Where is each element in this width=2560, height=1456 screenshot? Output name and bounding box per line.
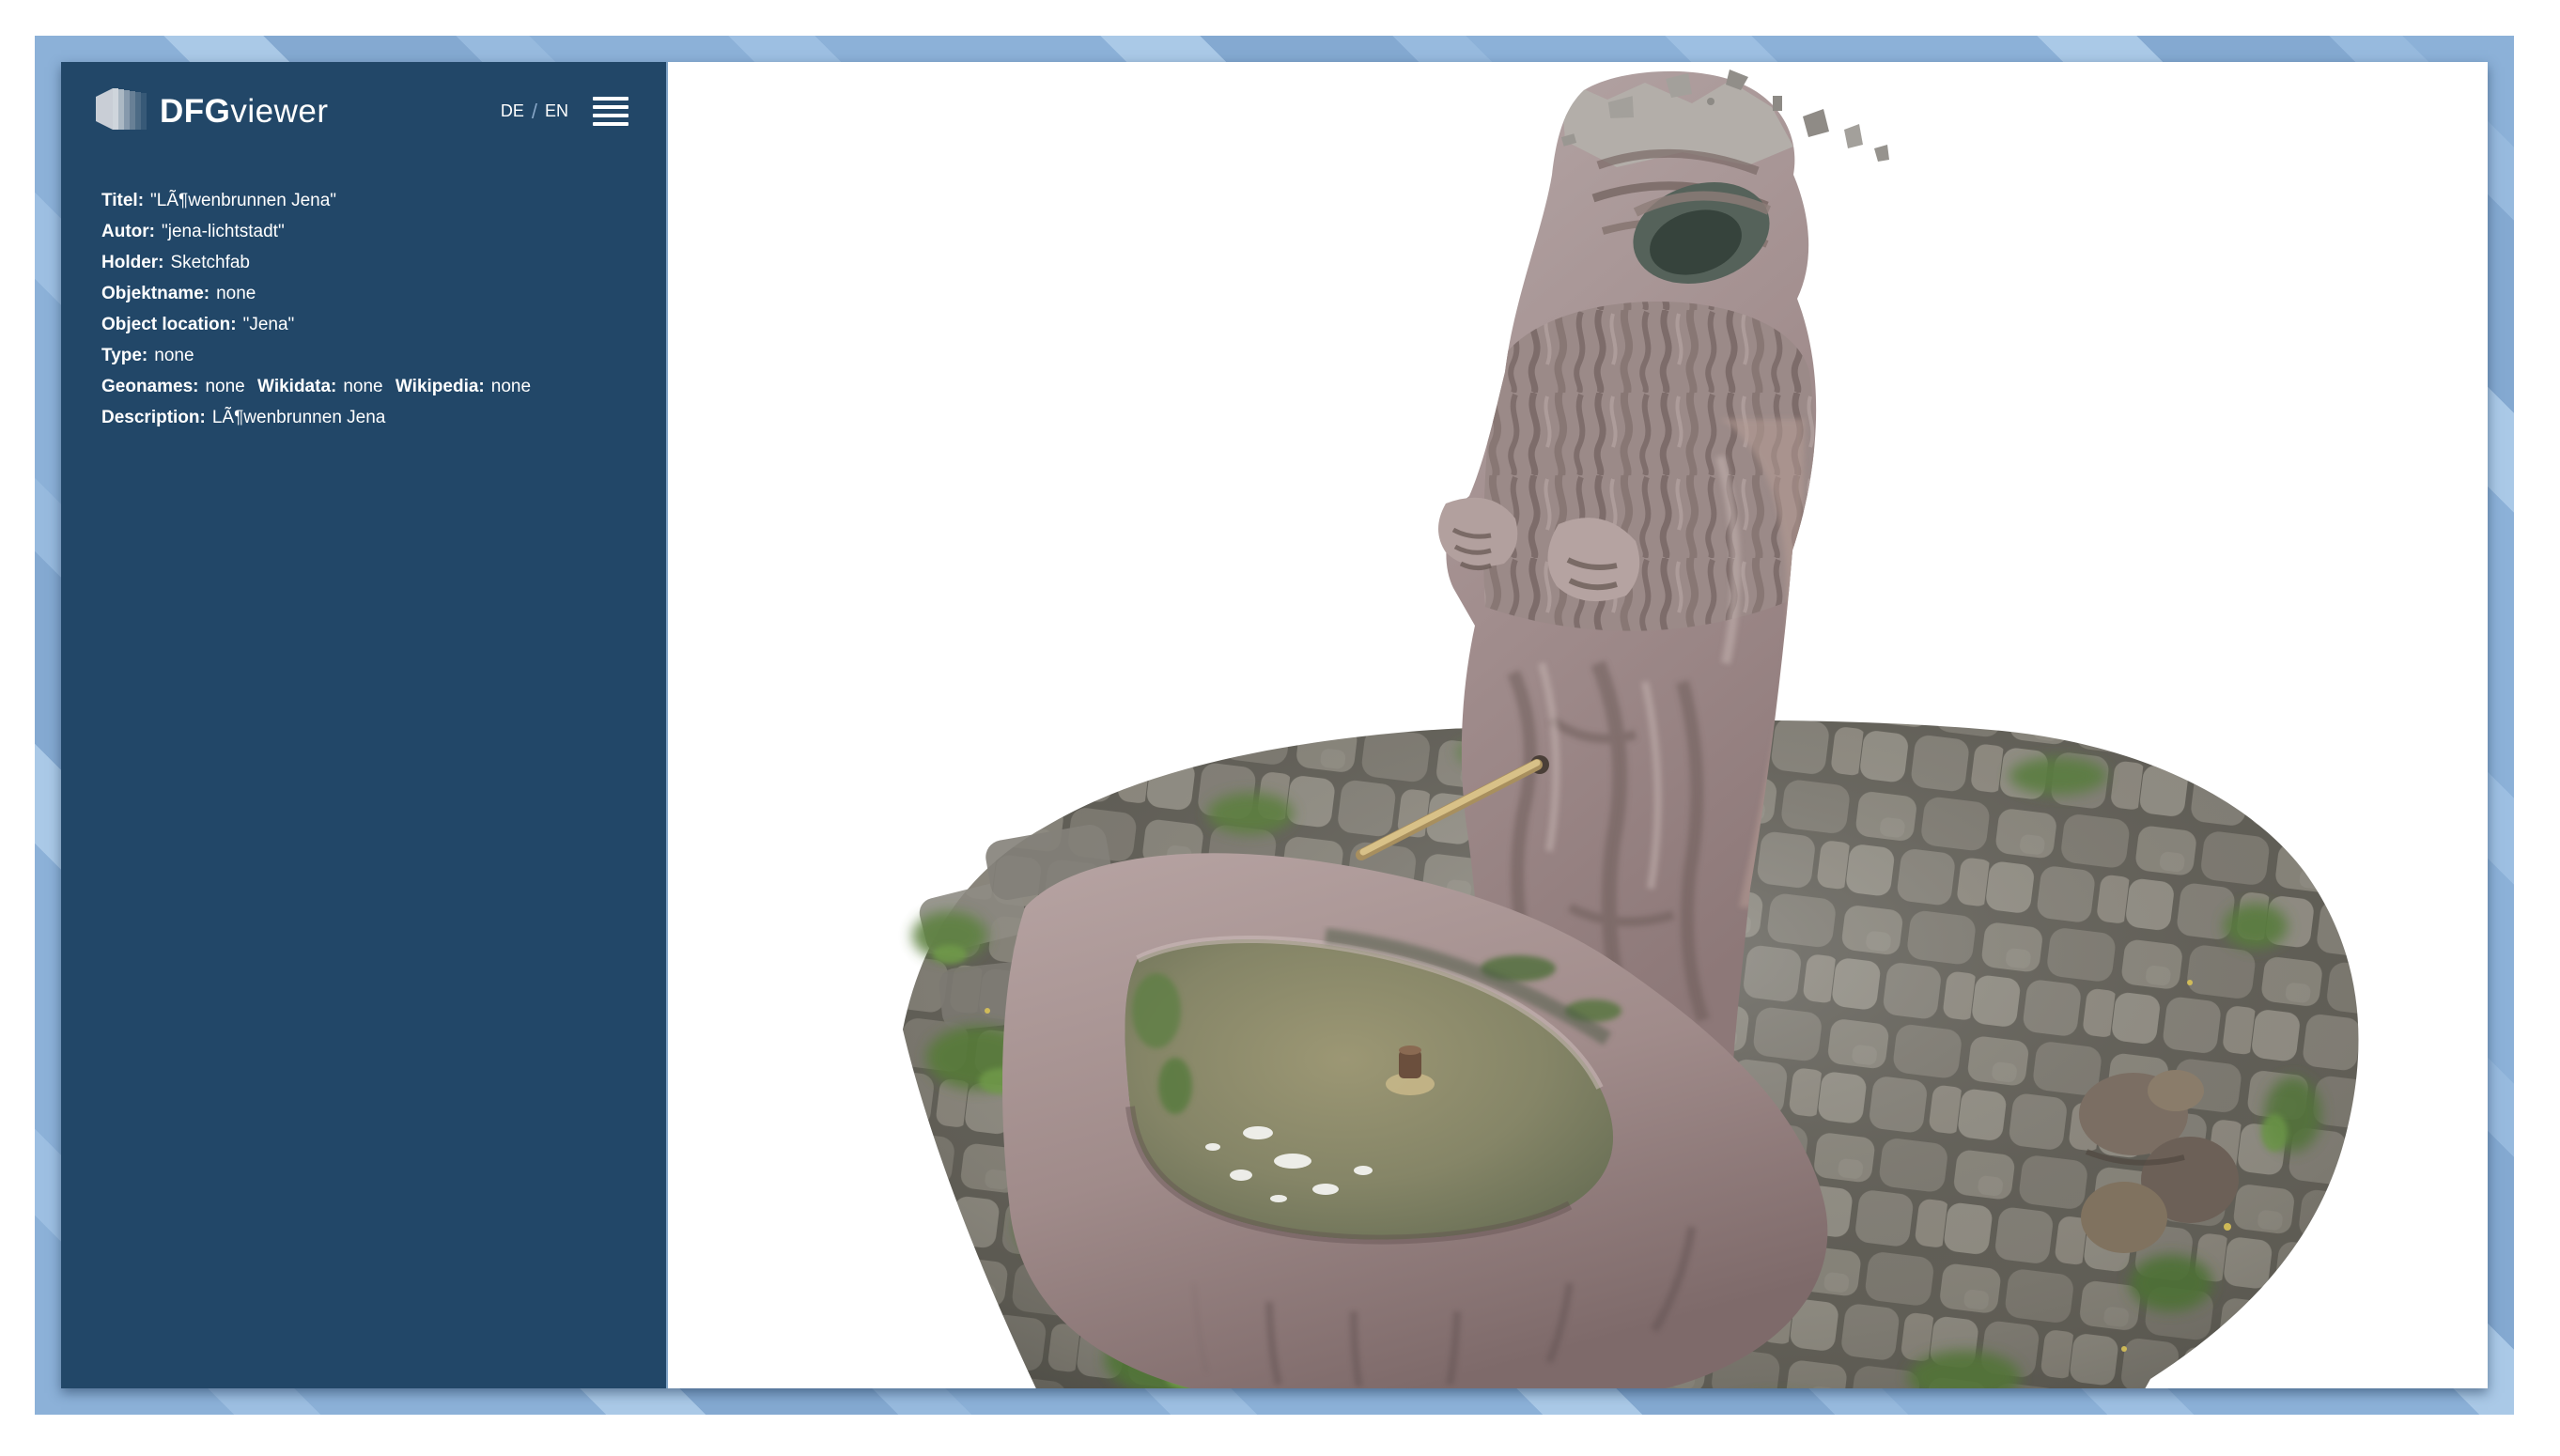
meta-line-objektname: Objektname:none	[101, 278, 628, 309]
dfg-viewer-logo[interactable]: DFGviewer	[94, 86, 329, 136]
dfg-logo-icon	[94, 86, 148, 136]
page-frame: DFGviewer DE / EN Titel:"LÃ¶wenbrunnen J…	[35, 36, 2514, 1415]
meta-line-description: Description:LÃ¶wenbrunnen Jena	[101, 402, 628, 433]
meta-line-type: Type:none	[101, 340, 628, 371]
hamburger-menu-icon[interactable]	[593, 93, 628, 130]
fountain-3d-model	[668, 62, 2488, 1388]
language-switcher: DE / EN	[501, 100, 568, 124]
meta-line-holder: Holder:Sketchfab	[101, 247, 628, 278]
model-viewport[interactable]	[668, 62, 2488, 1388]
brand-wordmark: DFGviewer	[160, 93, 329, 131]
viewer-window: DFGviewer DE / EN Titel:"LÃ¶wenbrunnen J…	[61, 62, 2488, 1388]
meta-line-object-location: Object location:"Jena"	[101, 309, 628, 340]
meta-line-titel: Titel:"LÃ¶wenbrunnen Jena"	[101, 185, 628, 216]
brand-light: viewer	[230, 93, 328, 130]
brand-bold: DFG	[160, 93, 230, 130]
meta-line-links: Geonames:none Wikidata:none Wikipedia:no…	[101, 371, 628, 402]
sidebar: DFGviewer DE / EN Titel:"LÃ¶wenbrunnen J…	[61, 62, 668, 1388]
lang-separator: /	[532, 100, 537, 124]
meta-line-autor: Autor:"jena-lichtstadt"	[101, 216, 628, 247]
lang-en-link[interactable]: EN	[545, 101, 568, 121]
metadata-panel: Titel:"LÃ¶wenbrunnen Jena" Autor:"jena-l…	[101, 185, 628, 433]
sidebar-header: DFGviewer DE / EN	[61, 62, 666, 136]
lang-de-link[interactable]: DE	[501, 101, 524, 121]
